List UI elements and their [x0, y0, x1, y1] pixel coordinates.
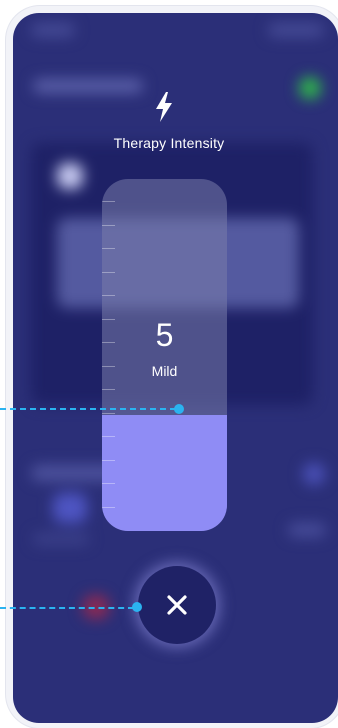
slider-tick	[102, 436, 115, 437]
slider-fill	[102, 414, 227, 531]
blurred-element	[31, 23, 75, 37]
slider-tick	[102, 201, 115, 202]
intensity-value: 5	[155, 317, 174, 353]
slider-tick	[102, 271, 115, 273]
slider-tick	[102, 506, 115, 508]
blurred-element	[33, 79, 143, 93]
blurred-element	[268, 23, 324, 37]
slider-tick	[102, 412, 115, 414]
blurred-element	[33, 533, 89, 545]
blurred-element	[303, 463, 325, 485]
callout-line-slider	[0, 408, 176, 410]
blurred-element	[288, 523, 326, 537]
close-icon	[167, 595, 187, 615]
slider-tick	[102, 389, 115, 390]
overlay-title: Therapy Intensity	[113, 135, 225, 151]
slider-tick	[102, 459, 115, 461]
slider-ticks	[102, 179, 116, 531]
intensity-level-label: Mild	[151, 363, 178, 379]
blurred-element	[57, 163, 83, 189]
slider-tick	[102, 483, 115, 484]
blurred-element	[53, 493, 87, 523]
slider-tick	[102, 295, 115, 296]
slider-tick	[102, 248, 115, 249]
slider-tick	[102, 224, 115, 226]
lightning-bolt-icon	[156, 92, 172, 122]
callout-line-close	[0, 607, 134, 609]
close-button[interactable]	[138, 566, 216, 644]
intensity-slider[interactable]: 5 Mild	[102, 179, 227, 531]
callout-dot-close	[132, 602, 142, 612]
blurred-element	[299, 77, 321, 99]
